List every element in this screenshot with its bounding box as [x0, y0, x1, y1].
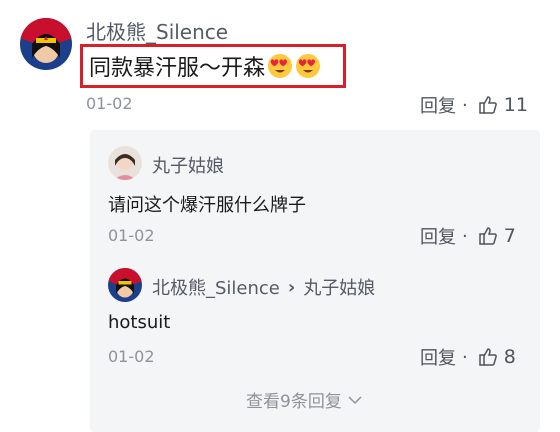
reply-actions: 回复 · 8 [420, 344, 516, 370]
like-count: 7 [503, 225, 516, 247]
reply-header: 北极熊_Silence › 丸子姑娘 [152, 274, 375, 300]
thumbs-up-icon[interactable] [478, 95, 498, 115]
reply-author-avatar[interactable] [108, 268, 142, 302]
comment-date: 01-02 [86, 94, 133, 113]
author-avatar[interactable] [20, 18, 72, 70]
reply-button[interactable]: 回复 [420, 223, 456, 249]
heart-eyes-emoji [295, 53, 321, 79]
reply-button[interactable]: 回复 [420, 344, 456, 370]
reply-actions: 回复 · 7 [420, 223, 516, 249]
like-count: 8 [503, 346, 516, 368]
comment-text-highlight: 同款暴汗服～开森 [80, 44, 346, 88]
reply-date: 01-02 [108, 226, 155, 245]
reply-text: hotsuit [108, 312, 171, 333]
reply-author-avatar[interactable] [108, 146, 142, 180]
separator-dot: · [462, 225, 468, 247]
comment-text: 同款暴汗服～开森 [89, 56, 266, 81]
reply-date: 01-02 [108, 347, 155, 366]
view-more-replies-label: 查看9条回复 [246, 392, 342, 412]
reply-to-name[interactable]: 丸子姑娘 [303, 274, 375, 300]
separator-dot: · [462, 346, 468, 368]
like-count: 11 [503, 94, 528, 116]
thumbs-up-icon[interactable] [478, 347, 498, 367]
separator-dot: · [462, 94, 468, 116]
reply-to-arrow-icon: › [287, 276, 296, 298]
reply-button[interactable]: 回复 [420, 92, 456, 118]
thumbs-up-icon[interactable] [478, 226, 498, 246]
comment-author-name[interactable]: 北极熊_Silence [86, 16, 228, 45]
heart-eyes-emoji [267, 53, 293, 79]
view-more-replies-link[interactable]: 查看9条回复 [246, 387, 362, 412]
comment-actions: 回复 · 11 [420, 92, 528, 118]
chevron-down-icon [348, 390, 362, 410]
reply-text: 请问这个爆汗服什么牌子 [108, 195, 306, 216]
reply-author-name[interactable]: 丸子姑娘 [152, 152, 224, 178]
reply-author-name[interactable]: 北极熊_Silence [152, 274, 280, 300]
